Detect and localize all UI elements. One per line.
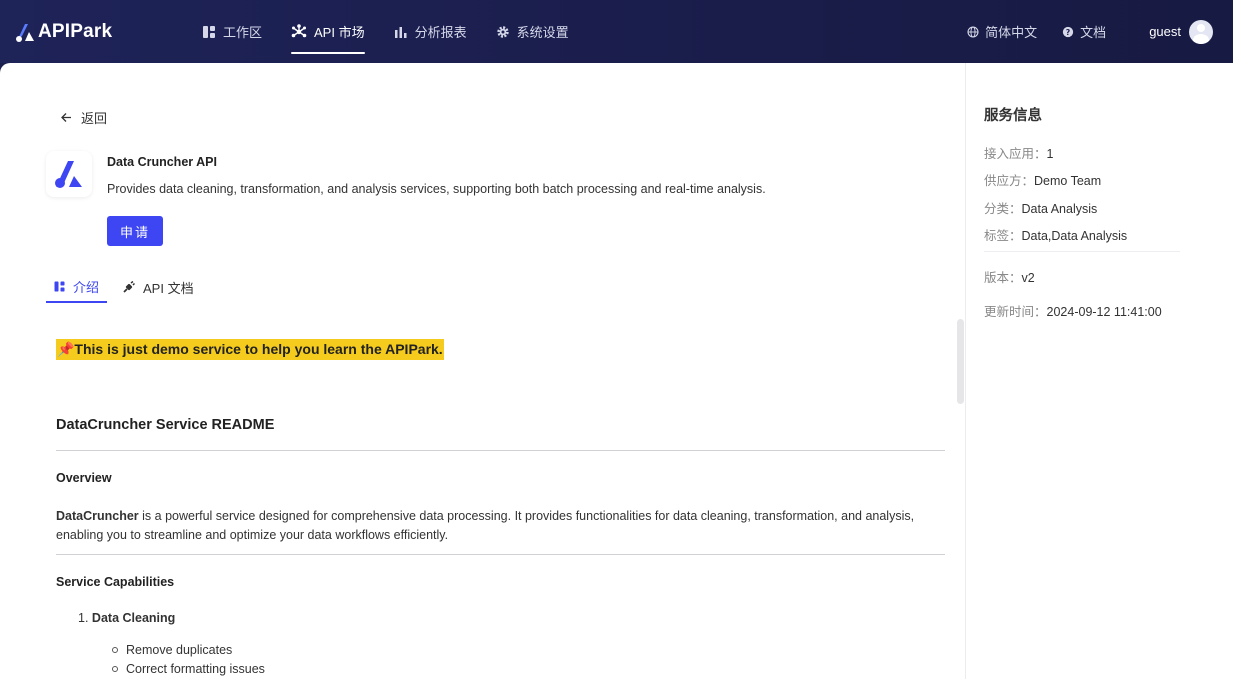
nav-api-market-label: API 市场 <box>314 25 365 40</box>
service-description: Provides data cleaning, transformation, … <box>107 182 766 196</box>
main-nav: 工作区 API 市场 分析报表 系统设置 <box>202 0 598 63</box>
nav-workspace[interactable]: 工作区 <box>202 0 262 63</box>
nav-settings-label: 系统设置 <box>516 25 569 40</box>
tab-introduction-label: 介绍 <box>73 279 100 295</box>
service-logo <box>46 151 92 197</box>
user-avatar <box>1189 19 1213 44</box>
language-label: 简体中文 <box>985 25 1038 40</box>
info-version-label: 版本： <box>984 271 1022 285</box>
username: guest <box>1149 24 1181 39</box>
docs-link[interactable]: ? 文档 <box>1062 22 1106 41</box>
info-category-label: 分类： <box>984 202 1022 216</box>
svg-text:?: ? <box>1066 27 1070 36</box>
back-label: 返回 <box>81 111 108 126</box>
nav-settings[interactable]: 系统设置 <box>496 0 569 63</box>
divider <box>56 450 945 451</box>
info-updated-label: 更新时间： <box>984 305 1047 319</box>
info-tags: 标签：Data,Data Analysis <box>984 225 1127 244</box>
user-menu[interactable]: guest <box>1149 19 1213 44</box>
overview-heading: Overview <box>56 471 112 485</box>
logo-text: APIPark <box>38 21 113 42</box>
workspace-icon <box>203 25 215 38</box>
list-item-label: Remove duplicates <box>126 643 233 657</box>
overview-bold: DataCruncher <box>56 509 139 523</box>
info-tags-value: Data,Data Analysis <box>1021 229 1128 243</box>
nav-workspace-label: 工作区 <box>223 25 263 40</box>
main-content: 返回 Data Cruncher API Provides data clean… <box>0 63 1233 679</box>
bullet-icon <box>112 666 118 672</box>
info-apps: 接入应用：1 <box>984 143 1053 162</box>
capability-item-1: 1. Data Cleaning <box>78 611 175 625</box>
apply-button[interactable]: 申请 <box>107 216 163 246</box>
tab-api-docs-label: API 文档 <box>143 280 194 296</box>
readme-heading: DataCruncher Service README <box>56 417 275 433</box>
info-version: 版本：v2 <box>984 267 1035 286</box>
top-navigation-bar: APIPark 工作区 API 市场 分析报表 系统设置 简体中文 ? 文档 g… <box>0 0 1233 63</box>
overview-text: is a powerful service designed for compr… <box>56 509 915 542</box>
info-apps-value: 1 <box>1046 147 1054 161</box>
arrow-left-icon <box>61 113 71 122</box>
service-title: Data Cruncher API <box>107 155 217 169</box>
content-scrollbar[interactable] <box>957 319 964 404</box>
overview-paragraph: DataCruncher is a powerful service desig… <box>56 507 945 545</box>
market-icon <box>291 23 307 37</box>
gear-icon <box>496 25 509 38</box>
list-item-label: Correct formatting issues <box>126 662 265 676</box>
service-detail-panel: 返回 Data Cruncher API Provides data clean… <box>0 63 966 679</box>
apipark-logo-icon <box>16 24 34 42</box>
help-icon: ? <box>1063 26 1074 37</box>
bullet-icon <box>112 647 118 653</box>
info-updated-value: 2024-09-12 11:41:00 <box>1046 305 1162 319</box>
docs-label: 文档 <box>1080 25 1107 40</box>
nav-analytics-label: 分析报表 <box>414 25 467 40</box>
divider <box>56 554 945 555</box>
bar-chart-icon <box>394 26 407 38</box>
demo-banner: 📌This is just demo service to help you l… <box>56 339 444 360</box>
plug-icon <box>123 280 136 293</box>
capabilities-heading: Service Capabilities <box>56 575 175 589</box>
list-item: Correct formatting issues <box>112 662 265 676</box>
globe-icon <box>967 25 979 38</box>
info-apps-label: 接入应用： <box>984 147 1047 161</box>
info-tags-label: 标签： <box>984 229 1022 243</box>
readme-content: 📌This is just demo service to help you l… <box>56 339 945 676</box>
info-version-value: v2 <box>1021 271 1035 285</box>
nav-analytics[interactable]: 分析报表 <box>394 0 467 63</box>
detail-tabs: 介绍 API 文档 <box>46 271 209 304</box>
header-tools: 简体中文 ? 文档 guest <box>942 0 1213 63</box>
introduction-icon <box>54 281 65 291</box>
back-button[interactable]: 返回 <box>60 108 107 127</box>
info-category-value: Data Analysis <box>1021 202 1098 216</box>
divider <box>984 251 1180 252</box>
language-switch[interactable]: 简体中文 <box>967 22 1037 41</box>
info-provider: 供应方：Demo Team <box>984 170 1101 189</box>
capability-title: Data Cleaning <box>91 611 176 625</box>
list-item: Remove duplicates <box>112 643 232 657</box>
apipark-logo[interactable]: APIPark <box>14 21 112 43</box>
tab-introduction[interactable]: 介绍 <box>46 271 108 303</box>
tab-api-docs[interactable]: API 文档 <box>114 271 202 303</box>
capability-number: 1. <box>78 611 89 625</box>
service-info-panel: 服务信息 接入应用：1 供应方：Demo Team 分类：Data Analys… <box>966 63 1233 679</box>
service-info-title: 服务信息 <box>984 108 1042 124</box>
nav-api-market[interactable]: API 市场 <box>291 0 365 63</box>
info-category: 分类：Data Analysis <box>984 198 1097 217</box>
info-updated: 更新时间：2024-09-12 11:41:00 <box>984 301 1162 320</box>
info-provider-label: 供应方： <box>984 174 1035 188</box>
info-provider-value: Demo Team <box>1034 174 1102 188</box>
service-logo-icon <box>55 161 82 188</box>
